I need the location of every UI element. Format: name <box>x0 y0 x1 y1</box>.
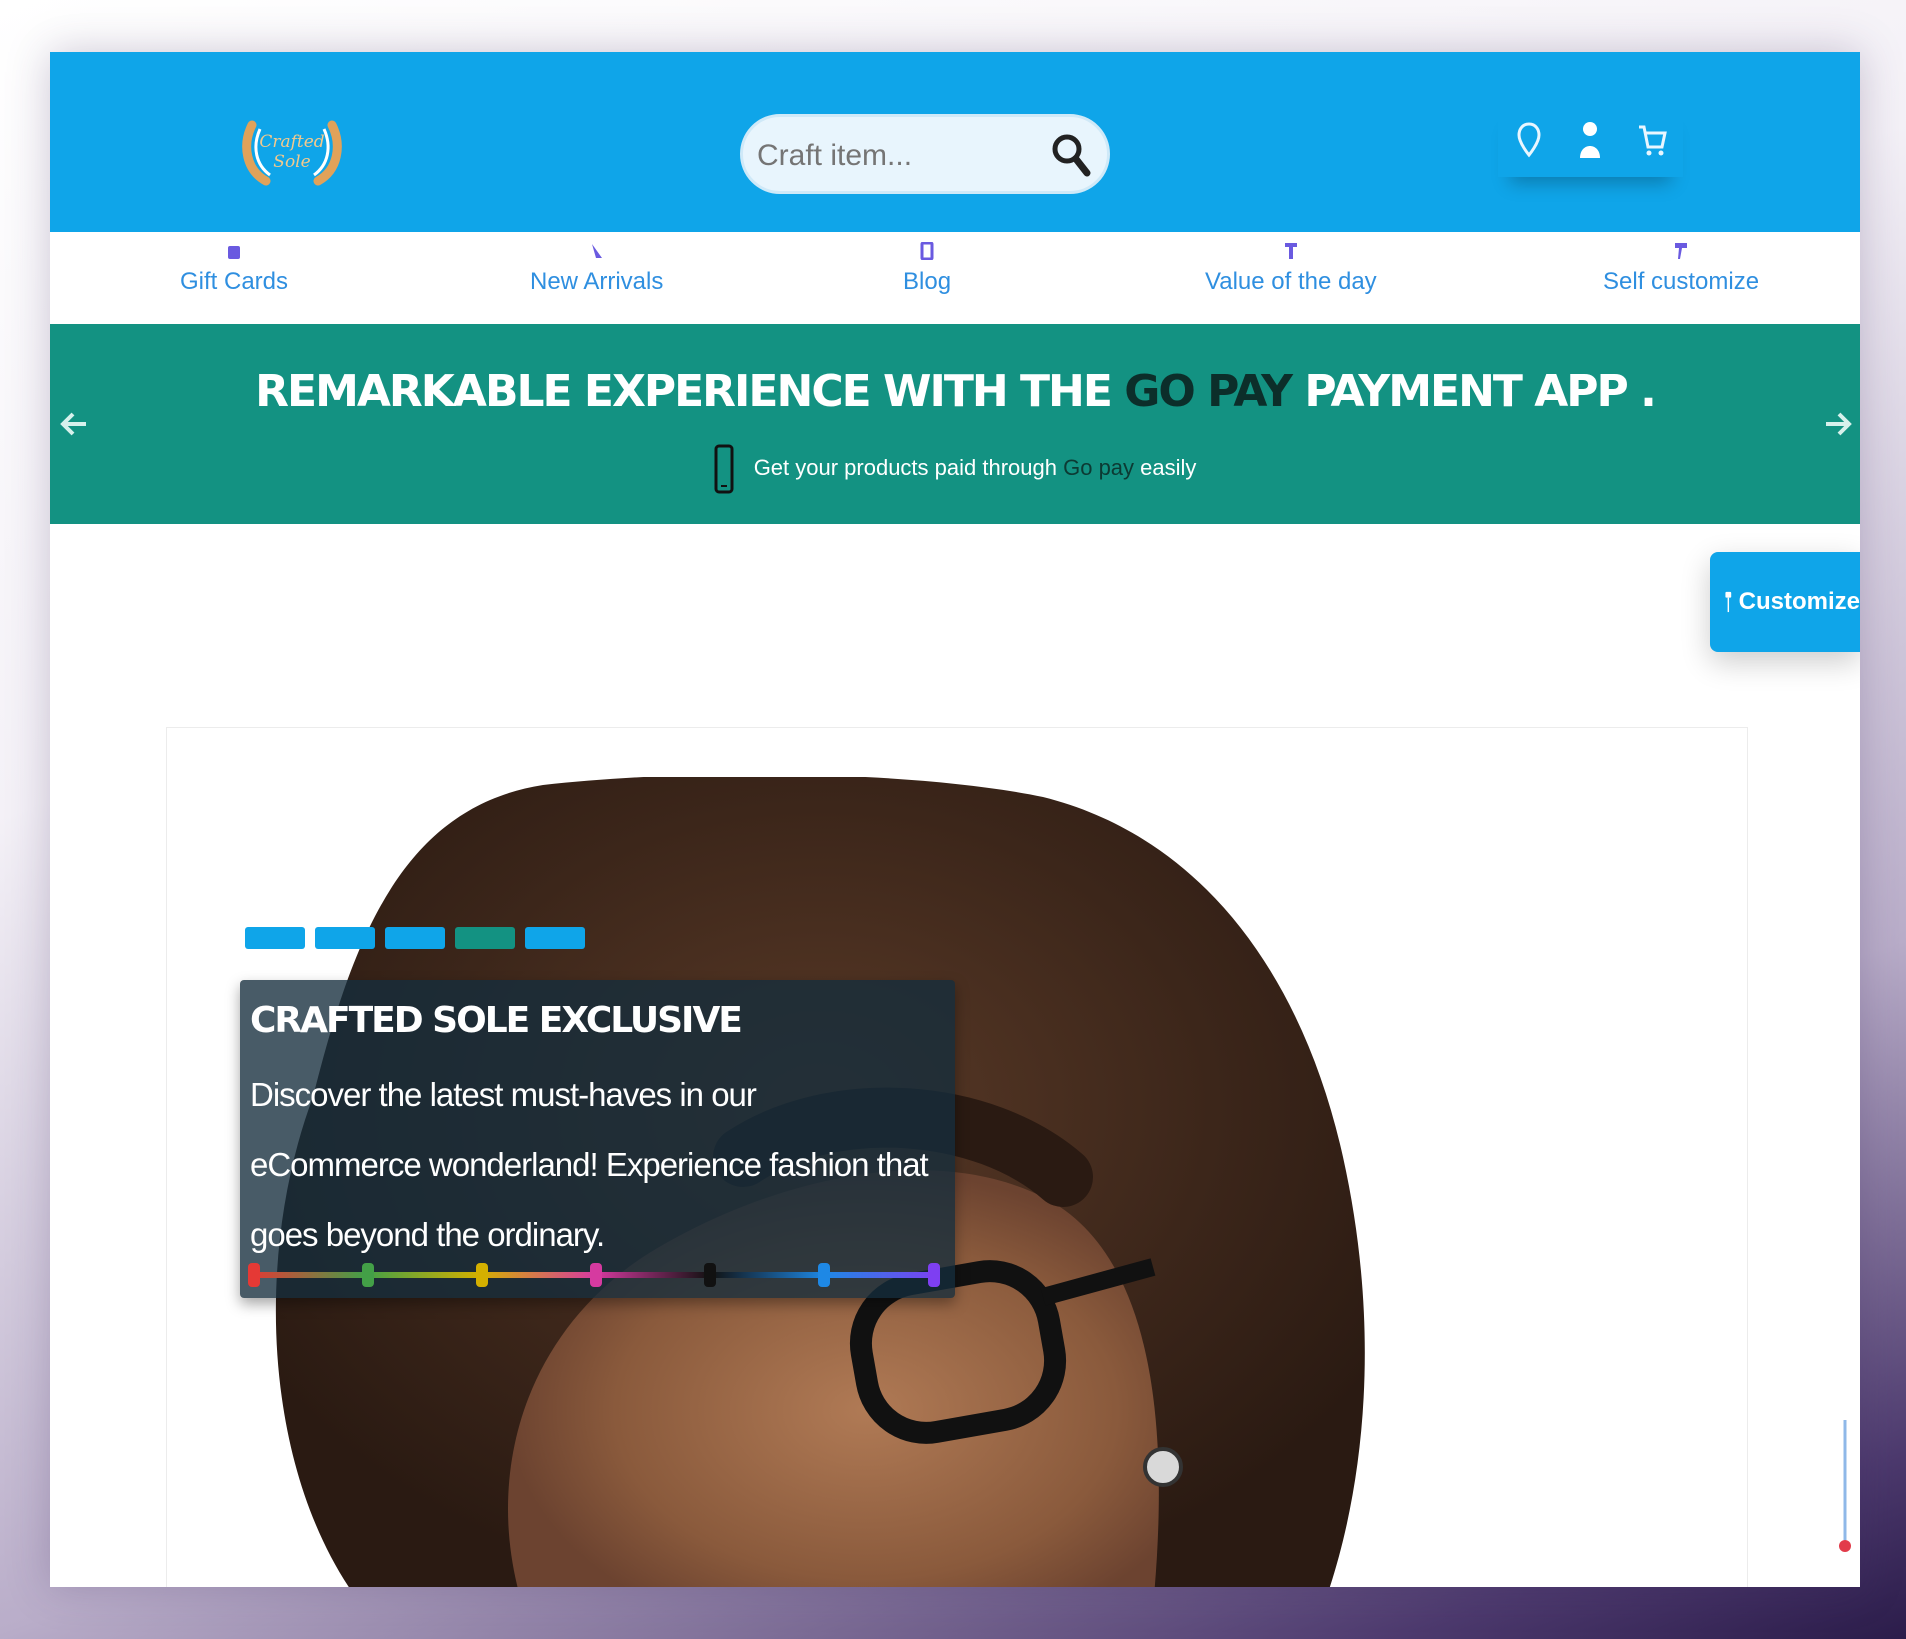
promo-subtitle: Get your products paid through Go pay ea… <box>50 444 1860 494</box>
promo-sub-text: Get your products paid through <box>753 454 1057 480</box>
search-input[interactable] <box>755 131 1049 181</box>
promo-banner: REMARKABLE EXPERIENCE WITH THE GO PAY PA… <box>50 324 1860 524</box>
blog-icon <box>920 242 934 260</box>
new-icon <box>591 244 602 258</box>
search-icon <box>1052 134 1091 177</box>
search-bar <box>740 114 1110 194</box>
tag-icon <box>1284 243 1297 259</box>
color-swatch-black[interactable] <box>704 1263 716 1287</box>
gift-icon <box>228 246 241 259</box>
scroll-indicator[interactable] <box>1838 1420 1852 1560</box>
promo-title: REMARKABLE EXPERIENCE WITH THE GO PAY PA… <box>50 366 1860 417</box>
slide-indicators <box>245 927 585 949</box>
category-nav: Gift Cards New Arrivals Blog Value of th… <box>50 232 1860 324</box>
nav-item-label: Blog <box>903 268 952 295</box>
promo-title-text: REMARKABLE EXPERIENCE WITH THE <box>255 366 1113 417</box>
phone-icon <box>714 444 734 494</box>
promo-title-brand: GO PAY <box>1124 366 1293 417</box>
nav-item-label: Gift Cards <box>180 268 289 295</box>
svg-text:Crafted: Crafted <box>259 132 324 152</box>
nav-item-label: Value of the day <box>1205 268 1377 295</box>
slide-dot-4[interactable] <box>455 927 515 949</box>
location-button[interactable] <box>1507 118 1551 162</box>
site-header: Crafted Sole <box>50 52 1860 232</box>
account-button[interactable] <box>1568 118 1612 162</box>
user-icon <box>1580 121 1601 158</box>
promo-sub-text-end: easily <box>1140 454 1197 480</box>
slide-dot-1[interactable] <box>245 927 305 949</box>
color-swatch-pink[interactable] <box>590 1263 602 1287</box>
color-swatch-red[interactable] <box>248 1263 260 1287</box>
nav-item-gift-cards[interactable]: Gift Cards <box>180 242 288 296</box>
nav-item-label: New Arrivals <box>530 268 664 295</box>
nav-item-blog[interactable]: Blog <box>903 242 951 296</box>
nav-item-self-customize[interactable]: Self customize <box>1603 242 1759 296</box>
color-swatch-purple[interactable] <box>928 1263 940 1287</box>
site-logo[interactable]: Crafted Sole <box>238 115 346 187</box>
customize-button[interactable]: Customize <box>1710 552 1860 652</box>
slide-dot-5[interactable] <box>525 927 585 949</box>
promo-sub-brand: Go pay <box>1063 454 1135 480</box>
color-swatch-yellow[interactable] <box>476 1263 488 1287</box>
cart-button[interactable] <box>1630 118 1674 162</box>
nav-item-label: Self customize <box>1603 268 1760 295</box>
hero-text: Discover the latest must-haves in our eC… <box>250 1076 929 1253</box>
search-button[interactable] <box>1045 129 1097 181</box>
hero-caption: CRAFTED SOLE EXCLUSIVE Discover the late… <box>240 980 955 1298</box>
brush-icon <box>1725 591 1732 613</box>
color-swatch-blue[interactable] <box>818 1263 830 1287</box>
color-swatch-green[interactable] <box>362 1263 374 1287</box>
customize-label: Customize <box>1738 588 1860 615</box>
hero-title: CRAFTED SOLE EXCLUSIVE <box>250 1000 743 1041</box>
browser-viewport: Crafted Sole Craft item... Gift Cards Ne… <box>50 52 1860 1587</box>
logo-graphic: Crafted Sole <box>242 120 342 186</box>
svg-text:Sole: Sole <box>273 152 310 172</box>
nav-item-value-of-the-day[interactable]: Value of the day <box>1205 242 1377 296</box>
slide-dot-2[interactable] <box>315 927 375 949</box>
header-actions <box>1498 102 1683 177</box>
cart-icon <box>1639 125 1667 155</box>
location-icon <box>1517 121 1541 157</box>
slide-dot-3[interactable] <box>385 927 445 949</box>
nav-item-new-arrivals[interactable]: New Arrivals <box>530 242 663 296</box>
promo-title-text-end: PAYMENT APP . <box>1304 366 1656 417</box>
brush-icon <box>1675 243 1688 259</box>
